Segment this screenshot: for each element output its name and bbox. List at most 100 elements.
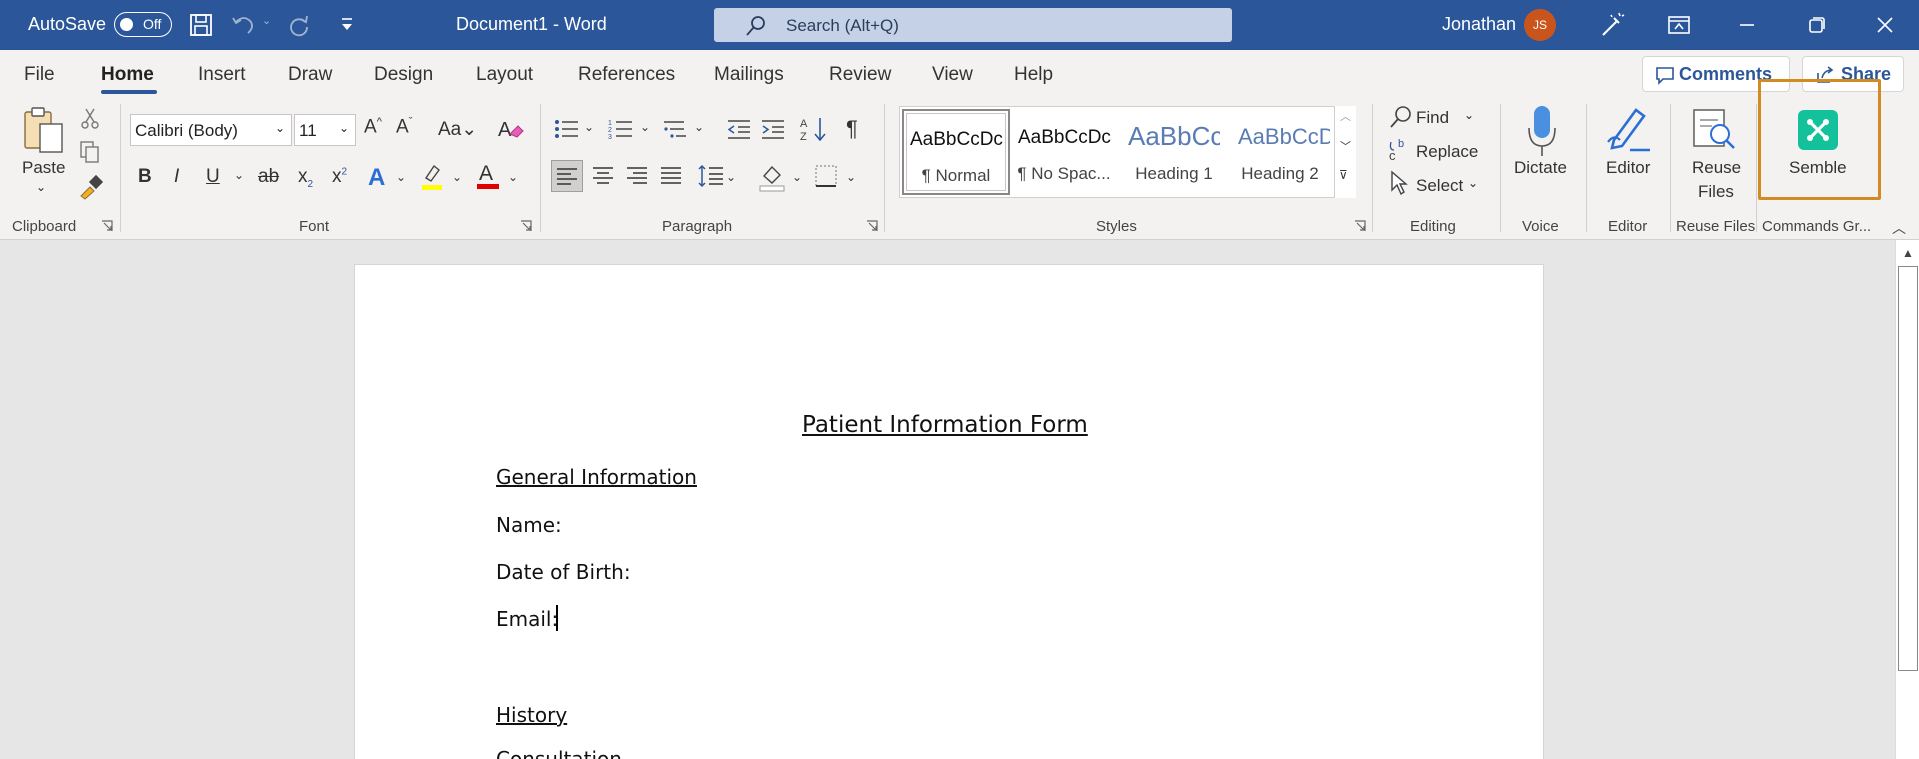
avatar[interactable]: JS bbox=[1524, 9, 1556, 41]
grow-font-icon[interactable]: A^ bbox=[364, 116, 382, 138]
select-dropdown-icon[interactable]: ⌄ bbox=[1468, 176, 1478, 190]
line-spacing-icon[interactable] bbox=[698, 164, 724, 188]
editor-label[interactable]: Editor bbox=[1606, 158, 1650, 178]
document-page[interactable] bbox=[354, 264, 1544, 759]
clipboard-launcher-icon[interactable] bbox=[101, 220, 113, 232]
change-case-icon[interactable]: Aa⌄ bbox=[438, 118, 477, 141]
customize-toolbar-icon[interactable] bbox=[334, 12, 360, 38]
tab-file[interactable]: File bbox=[24, 64, 55, 86]
select-label[interactable]: Select bbox=[1416, 176, 1463, 196]
style-heading-1[interactable]: AaBbCc Heading 1 bbox=[1122, 109, 1230, 195]
italic-icon[interactable]: I bbox=[174, 166, 179, 188]
tab-design[interactable]: Design bbox=[374, 64, 433, 86]
microphone-icon[interactable] bbox=[1524, 104, 1560, 158]
tab-references[interactable]: References bbox=[578, 64, 675, 86]
copy-icon[interactable] bbox=[78, 140, 102, 164]
undo-icon[interactable] bbox=[230, 12, 256, 38]
designer-wand-icon[interactable] bbox=[1597, 10, 1627, 40]
save-icon[interactable] bbox=[188, 12, 214, 38]
find-label[interactable]: Find bbox=[1416, 108, 1449, 128]
paragraph-launcher-icon[interactable] bbox=[866, 220, 878, 232]
show-formatting-marks-icon[interactable]: ¶ bbox=[846, 116, 858, 142]
underline-dropdown-icon[interactable]: ⌄ bbox=[234, 168, 244, 182]
tab-view[interactable]: View bbox=[932, 64, 973, 86]
font-name-combo[interactable]: Calibri (Body) ⌄ bbox=[130, 114, 292, 146]
bold-icon[interactable]: B bbox=[138, 166, 152, 188]
find-dropdown-icon[interactable]: ⌄ bbox=[1464, 108, 1474, 122]
subscript-icon[interactable]: x2 bbox=[298, 166, 313, 190]
increase-indent-icon[interactable] bbox=[760, 118, 786, 140]
superscript-icon[interactable]: x2 bbox=[332, 166, 347, 188]
bullets-icon[interactable] bbox=[554, 118, 580, 140]
shading-icon[interactable] bbox=[758, 162, 786, 192]
strikethrough-icon[interactable]: ab bbox=[258, 166, 279, 188]
reuse-files-icon[interactable] bbox=[1690, 106, 1738, 152]
replace-label[interactable]: Replace bbox=[1416, 142, 1478, 162]
sort-icon[interactable]: A Z bbox=[800, 116, 828, 142]
line-spacing-dropdown-icon[interactable]: ⌄ bbox=[726, 170, 736, 184]
font-color-dropdown-icon[interactable]: ⌄ bbox=[508, 170, 518, 184]
tab-layout[interactable]: Layout bbox=[476, 64, 533, 86]
collapse-ribbon-icon[interactable]: ︿ bbox=[1892, 218, 1906, 238]
minimize-icon[interactable] bbox=[1732, 10, 1762, 40]
numbering-dropdown-icon[interactable]: ⌄ bbox=[640, 120, 650, 134]
align-left-button[interactable] bbox=[551, 160, 583, 192]
reuse-label-line2[interactable]: Files bbox=[1698, 182, 1734, 202]
format-painter-icon[interactable] bbox=[78, 174, 104, 200]
search-box[interactable]: Search (Alt+Q) bbox=[714, 8, 1232, 42]
redo-icon[interactable] bbox=[285, 12, 311, 38]
ribbon-display-icon[interactable] bbox=[1664, 10, 1694, 40]
styles-launcher-icon[interactable] bbox=[1354, 220, 1366, 232]
tab-insert[interactable]: Insert bbox=[198, 64, 246, 86]
close-icon[interactable] bbox=[1870, 10, 1900, 40]
clear-formatting-icon[interactable]: A bbox=[496, 116, 524, 142]
multilevel-dropdown-icon[interactable]: ⌄ bbox=[694, 120, 704, 134]
paste-label[interactable]: Paste bbox=[22, 158, 65, 178]
style-no-spacing[interactable]: AaBbCcDc ¶ No Spac... bbox=[1012, 109, 1120, 195]
restore-icon[interactable] bbox=[1802, 10, 1832, 40]
paste-icon[interactable] bbox=[22, 106, 66, 156]
justify-icon[interactable] bbox=[660, 166, 682, 186]
align-right-icon[interactable] bbox=[626, 166, 648, 186]
bullets-dropdown-icon[interactable]: ⌄ bbox=[584, 120, 594, 134]
gallery-more-icon[interactable]: ⊽ bbox=[1339, 168, 1348, 182]
paste-dropdown-icon[interactable]: ⌄ bbox=[36, 180, 46, 194]
tab-mailings[interactable]: Mailings bbox=[714, 64, 784, 86]
select-cursor-icon[interactable] bbox=[1388, 170, 1410, 196]
multilevel-list-icon[interactable] bbox=[662, 118, 688, 140]
replace-icon[interactable]: b c bbox=[1386, 136, 1412, 164]
highlight-dropdown-icon[interactable]: ⌄ bbox=[452, 170, 462, 184]
gallery-up-icon[interactable]: ︿ bbox=[1340, 108, 1351, 124]
tab-help[interactable]: Help bbox=[1014, 64, 1053, 86]
style-heading-2[interactable]: AaBbCcD Heading 2 bbox=[1232, 109, 1332, 195]
shading-dropdown-icon[interactable]: ⌄ bbox=[792, 170, 802, 184]
user-name[interactable]: Jonathan bbox=[1442, 14, 1516, 35]
font-size-combo[interactable]: 11 ⌄ bbox=[294, 114, 356, 146]
decrease-indent-icon[interactable] bbox=[726, 118, 752, 140]
autosave-toggle[interactable]: Off bbox=[114, 12, 172, 37]
align-center-icon[interactable] bbox=[592, 166, 614, 186]
cut-icon[interactable] bbox=[80, 108, 100, 130]
editor-icon[interactable] bbox=[1604, 104, 1654, 154]
tab-draw[interactable]: Draw bbox=[288, 64, 332, 86]
reuse-label-line1[interactable]: Reuse bbox=[1692, 158, 1741, 178]
underline-icon[interactable]: U bbox=[206, 166, 220, 188]
vertical-scrollbar[interactable]: ▲ bbox=[1895, 240, 1919, 759]
font-color-icon[interactable]: A bbox=[476, 160, 500, 192]
scrollbar-thumb[interactable] bbox=[1898, 266, 1918, 671]
tab-review[interactable]: Review bbox=[829, 64, 891, 86]
find-icon[interactable] bbox=[1388, 104, 1414, 130]
borders-icon[interactable] bbox=[814, 164, 838, 188]
scroll-up-icon[interactable]: ▲ bbox=[1902, 246, 1914, 260]
font-launcher-icon[interactable] bbox=[520, 220, 532, 232]
tab-home[interactable]: Home bbox=[101, 64, 154, 86]
gallery-down-icon[interactable]: ﹀ bbox=[1340, 138, 1351, 154]
shrink-font-icon[interactable]: Aˇ bbox=[396, 116, 412, 138]
dictate-label[interactable]: Dictate bbox=[1514, 158, 1567, 178]
highlight-icon[interactable] bbox=[420, 162, 444, 192]
text-effects-icon[interactable]: A bbox=[368, 164, 385, 192]
numbering-icon[interactable]: 1 2 3 bbox=[608, 118, 634, 140]
style-normal[interactable]: AaBbCcDc ¶ Normal bbox=[902, 109, 1010, 195]
text-effects-dropdown-icon[interactable]: ⌄ bbox=[396, 170, 406, 184]
borders-dropdown-icon[interactable]: ⌄ bbox=[846, 170, 856, 184]
